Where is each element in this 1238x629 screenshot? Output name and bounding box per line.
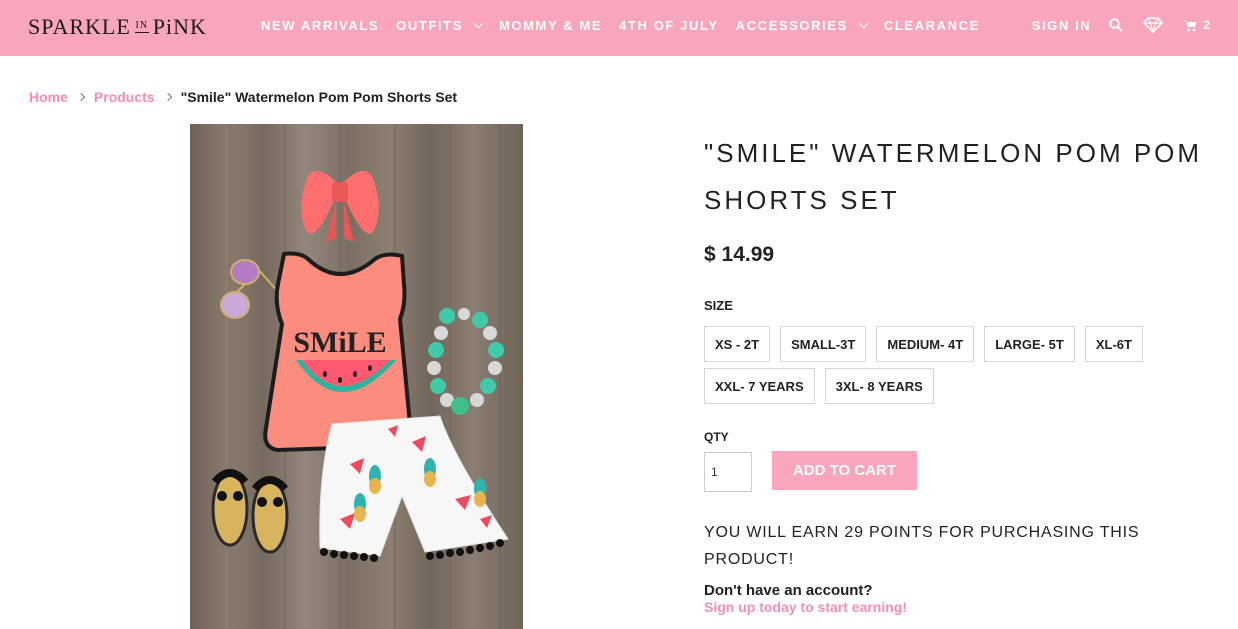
header-utilities: SIGN IN 2: [1032, 17, 1210, 33]
pom-pom-shorts: [319, 415, 509, 562]
size-options: XS - 2T SMALL-3T MEDIUM- 4T LARGE- 5T XL…: [704, 326, 1184, 410]
search-icon[interactable]: [1109, 18, 1124, 32]
diamond-icon[interactable]: [1143, 17, 1164, 33]
bubble-necklace: [427, 308, 504, 415]
sign-in-link[interactable]: SIGN IN: [1032, 18, 1092, 33]
nav-label: NEW ARRIVALS: [261, 18, 380, 33]
size-option-small-3t[interactable]: SMALL-3T: [780, 326, 867, 362]
nav-new-arrivals[interactable]: NEW ARRIVALS: [261, 18, 379, 33]
nav-label: ACCESSORIES: [735, 18, 848, 33]
logo-word-pink: PiNK: [152, 14, 207, 39]
qty-label: QTY: [704, 430, 729, 444]
size-option-xxl-7-years[interactable]: XXL- 7 YEARS: [704, 368, 815, 404]
chevron-right-icon: [163, 92, 172, 102]
nav-label: MOMMY & ME: [498, 18, 603, 33]
breadcrumb: Home Products "Smile" Watermelon Pom Pom…: [29, 89, 457, 105]
nav-outfits[interactable]: OUTFITS: [396, 18, 484, 33]
logo-in-text: IN: [135, 20, 149, 31]
nav-4th-of-july[interactable]: 4TH OF JULY: [619, 18, 718, 33]
breadcrumb-products[interactable]: Products: [94, 89, 155, 105]
product-photo: SMiLE: [211, 124, 509, 629]
reward-points-message: YOU WILL EARN 29 POINTS FOR PURCHASING T…: [704, 524, 1140, 568]
main-nav: NEW ARRIVALS OUTFITS MOMMY & ME 4TH OF J…: [261, 18, 997, 33]
chevron-down-icon: [473, 18, 484, 29]
sign-up-link[interactable]: Sign up today to start earning!: [704, 599, 907, 615]
chevron-down-icon: [858, 18, 869, 29]
quantity-input[interactable]: [704, 452, 752, 492]
cart-button[interactable]: 2: [1183, 18, 1210, 32]
chevron-right-icon: [76, 92, 86, 102]
site-logo[interactable]: SPARKLE IN PiNK: [28, 12, 207, 42]
breadcrumb-home[interactable]: Home: [29, 89, 68, 105]
cart-count: 2: [1203, 18, 1210, 32]
product-image[interactable]: SMiLE: [190, 124, 523, 629]
logo-word-sparkle: SPARKLE: [28, 14, 131, 39]
cart-icon: [1183, 19, 1197, 31]
breadcrumb-current: "Smile" Watermelon Pom Pom Shorts Set: [180, 89, 458, 105]
nav-clearance[interactable]: CLEARANCE: [884, 18, 980, 33]
size-option-xs-2t[interactable]: XS - 2T: [704, 326, 771, 362]
nav-label: OUTFITS: [396, 18, 463, 33]
add-to-cart-button[interactable]: ADD TO CART: [772, 451, 917, 490]
product-price: $ 14.99: [704, 243, 775, 266]
size-option-large-5t[interactable]: LARGE- 5T: [984, 326, 1075, 362]
size-option-xl-6t[interactable]: XL-6T: [1084, 326, 1143, 362]
product-title: "Smile" Watermelon Pom Pom Shorts Set: [704, 138, 1203, 215]
size-label: SIZE: [704, 298, 733, 313]
size-option-3xl-8-years[interactable]: 3XL- 8 YEARS: [824, 368, 934, 404]
sandals: [211, 469, 289, 554]
nav-label: 4TH OF JULY: [619, 18, 719, 33]
logo-in-underline: [134, 32, 149, 33]
no-account-text: Don't have an account?: [704, 582, 873, 599]
size-option-medium-4t[interactable]: MEDIUM- 4T: [876, 326, 975, 362]
nav-accessories[interactable]: ACCESSORIES: [735, 18, 869, 33]
nav-mommy-and-me[interactable]: MOMMY & ME: [499, 18, 602, 33]
logo-word-in: IN: [134, 20, 149, 33]
site-header: SPARKLE IN PiNK NEW ARRIVALS OUTFITS MOM…: [0, 0, 1238, 56]
svg-text:SMiLE: SMiLE: [293, 326, 386, 359]
nav-label: CLEARANCE: [883, 18, 980, 33]
